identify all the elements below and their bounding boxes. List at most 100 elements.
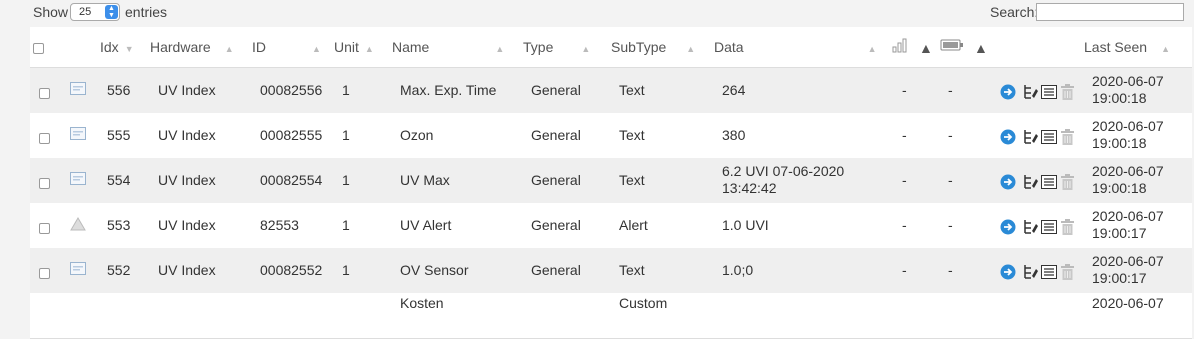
log-icon[interactable] (1023, 84, 1039, 100)
table-controls: Show 25 ▲ ▼ entries Search: (0, 0, 1194, 26)
battery-icon[interactable] (940, 39, 964, 51)
log-icon[interactable] (1023, 174, 1039, 190)
sort-icon: ▲ (1161, 44, 1170, 54)
log-icon[interactable] (1023, 129, 1039, 145)
cell-last-seen: 2020-06-07 19:00:18 (1092, 73, 1164, 106)
trash-icon[interactable] (1061, 174, 1074, 190)
edit-icon[interactable] (1041, 175, 1057, 189)
sort-icon: ▲ (364, 44, 374, 54)
table-row: 556 UV Index 00082556 1 Max. Exp. Time G… (30, 68, 1192, 114)
col-unit[interactable]: Unit ▲ (334, 39, 374, 55)
sort-icon[interactable]: ▲ (974, 40, 988, 56)
go-arrow-icon[interactable] (1000, 219, 1016, 235)
trash-icon[interactable] (1061, 219, 1074, 235)
cell-idx: 556 (107, 82, 131, 98)
cell-type: General (531, 172, 581, 188)
text-device-icon[interactable] (70, 82, 86, 95)
text-device-icon[interactable] (70, 127, 86, 140)
go-arrow-icon[interactable] (1000, 129, 1016, 145)
sort-icon: ▲ (312, 44, 321, 54)
cell-data: 380 (722, 127, 746, 143)
show-label: Show (33, 4, 69, 20)
cell-unit: 1 (342, 127, 350, 143)
row-checkbox[interactable] (39, 268, 50, 279)
sort-icon: ▲ (495, 44, 505, 54)
edit-icon[interactable] (1041, 265, 1057, 279)
cell-data: 1.0 UVI (722, 217, 769, 233)
col-type[interactable]: Type ▲ (523, 39, 590, 55)
edit-icon[interactable] (1041, 85, 1057, 99)
cell-idx: 552 (107, 262, 131, 278)
table-row: 552 UV Index 00082552 1 OV Sensor Genera… (30, 248, 1192, 294)
signal-icon[interactable] (892, 37, 908, 53)
cell-data: 6.2 UVI 07-06-2020 13:42:42 (722, 163, 845, 196)
go-arrow-icon[interactable] (1000, 84, 1016, 100)
cell-last-seen: 2020-06-07 19:00:18 (1092, 163, 1164, 196)
select-all-checkbox[interactable] (33, 43, 44, 54)
log-icon[interactable] (1023, 264, 1039, 280)
col-subtype[interactable]: SubType ▲ (611, 39, 695, 55)
sort-icon: ▲ (224, 44, 234, 54)
text-device-icon[interactable] (70, 172, 86, 185)
cell-id: 00082556 (260, 82, 323, 98)
trash-icon[interactable] (1061, 264, 1074, 280)
chevron-updown-icon: ▲ ▼ (105, 5, 118, 19)
edit-icon[interactable] (1041, 130, 1057, 144)
alert-triangle-icon[interactable] (70, 217, 86, 231)
cell-name: Max. Exp. Time (400, 82, 497, 98)
table-row: Kosten Custom 2020-06-07 (30, 293, 1192, 339)
sort-icon[interactable]: ▲ (919, 40, 933, 56)
cell-hardware: UV Index (158, 217, 216, 233)
row-checkbox[interactable] (39, 133, 50, 144)
cell-type: General (531, 82, 581, 98)
entries-per-page-select[interactable]: 25 ▲ ▼ (70, 3, 120, 21)
cell-battery: - (948, 172, 953, 188)
cell-subtype: Alert (619, 217, 648, 233)
cell-hardware: UV Index (158, 172, 216, 188)
cell-unit: 1 (342, 217, 350, 233)
search-input[interactable] (1036, 3, 1184, 21)
cell-unit: 1 (342, 262, 350, 278)
cell-subtype: Text (619, 172, 645, 188)
go-arrow-icon[interactable] (1000, 264, 1016, 280)
col-idx[interactable]: Idx ▼ (100, 39, 134, 55)
log-icon[interactable] (1023, 219, 1039, 235)
cell-idx: 553 (107, 217, 131, 233)
sort-desc-icon: ▼ (124, 44, 134, 54)
edit-icon[interactable] (1041, 220, 1057, 234)
cell-battery: - (948, 82, 953, 98)
row-checkbox[interactable] (39, 178, 50, 189)
cell-unit: 1 (342, 172, 350, 188)
cell-name: UV Max (400, 172, 450, 188)
col-last-seen[interactable]: Last Seen ▲ (1084, 39, 1170, 55)
trash-icon[interactable] (1061, 84, 1074, 100)
col-hardware[interactable]: Hardware ▲ (150, 39, 234, 55)
cell-id: 82553 (260, 217, 299, 233)
cell-signal: - (902, 82, 907, 98)
row-checkbox[interactable] (39, 88, 50, 99)
cell-name: Kosten (400, 295, 444, 311)
table-header: Idx ▼ Hardware ▲ ID ▲ Unit ▲ Name ▲ Type ▲ Sub… (30, 27, 1192, 68)
cell-hardware: UV Index (158, 82, 216, 98)
search-label: Search: (990, 4, 1039, 20)
cell-subtype: Text (619, 127, 645, 143)
cell-subtype: Custom (619, 295, 668, 311)
text-device-icon[interactable] (70, 262, 86, 275)
cell-last-seen: 2020-06-07 19:00:17 (1092, 208, 1164, 241)
row-checkbox[interactable] (39, 223, 50, 234)
trash-icon[interactable] (1061, 129, 1074, 145)
cell-name: UV Alert (400, 217, 452, 233)
cell-unit: 1 (342, 82, 350, 98)
cell-id: 00082554 (260, 172, 323, 188)
col-data[interactable]: Data ▲ (714, 39, 877, 55)
cell-hardware: UV Index (158, 127, 216, 143)
col-name[interactable]: Name ▲ (392, 39, 504, 55)
go-arrow-icon[interactable] (1000, 174, 1016, 190)
table-row: 554 UV Index 00082554 1 UV Max General T… (30, 158, 1192, 204)
sort-icon: ▲ (686, 44, 696, 54)
col-id[interactable]: ID ▲ (252, 39, 321, 55)
cell-hardware: UV Index (158, 262, 216, 278)
cell-type: General (531, 127, 581, 143)
cell-battery: - (948, 262, 953, 278)
cell-name: OV Sensor (400, 262, 469, 278)
